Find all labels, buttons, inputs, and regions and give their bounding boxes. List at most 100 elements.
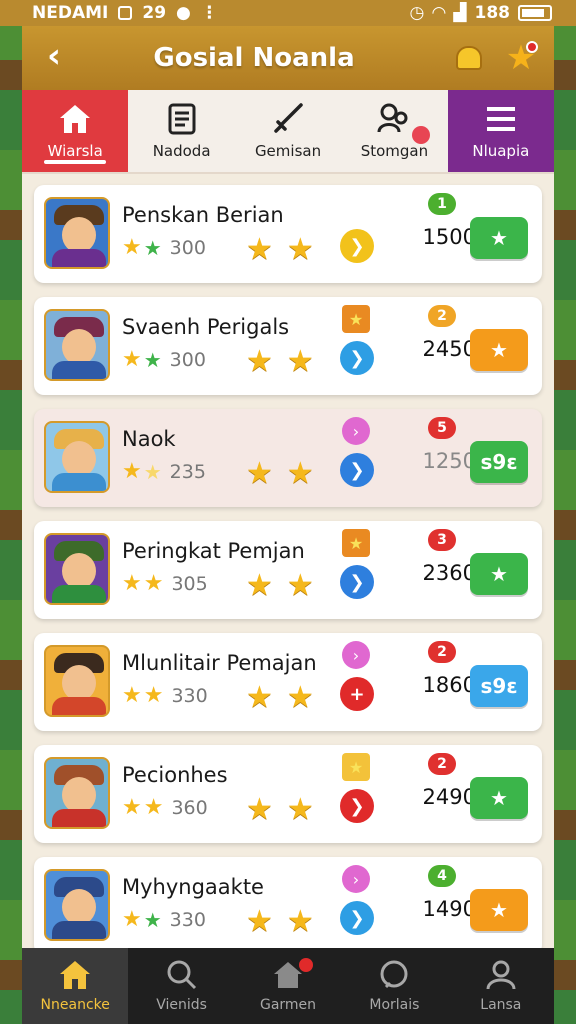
direction-icon[interactable]: ❯	[340, 565, 374, 599]
nav-messages[interactable]: Morlais	[341, 948, 447, 1024]
nav-search[interactable]: Vienids	[128, 948, 234, 1024]
rating-value: 330	[171, 685, 208, 707]
direction-icon[interactable]: ❯	[340, 789, 374, 823]
star-rating: ★ ★	[246, 571, 314, 601]
tab-documents[interactable]: Nadoda	[128, 90, 234, 172]
action-button[interactable]: ★	[470, 889, 528, 931]
bottom-nav: Nneancke Vienids Garmen Morlais Lansa	[22, 948, 554, 1024]
signal-icon: ▟	[453, 3, 467, 23]
star-icon: ★	[286, 904, 314, 939]
star-rating: ★ ★	[246, 907, 314, 937]
star-icon: ★	[122, 347, 142, 372]
add-icon[interactable]: +	[340, 677, 374, 711]
player-score: 2490	[422, 785, 476, 809]
player-score: 1860	[422, 673, 476, 697]
nav-label: Nneancke	[40, 997, 110, 1013]
nav-label: Lansa	[480, 997, 522, 1013]
avatar	[44, 757, 110, 829]
nav-label: Garmen	[259, 997, 317, 1013]
nav-games[interactable]: Garmen	[235, 948, 341, 1024]
rating-value: 305	[171, 573, 208, 595]
list-item[interactable]: Naok ★ ★ 235 ★ ★ › ❯ 5 1250 s9ɛ	[34, 409, 542, 507]
notification-icon: ●	[176, 3, 191, 23]
action-button[interactable]: ★	[470, 777, 528, 819]
star-icon: ★	[122, 683, 142, 708]
background-right	[552, 0, 576, 1024]
player-name: Pecionhes	[122, 763, 228, 787]
player-name: Peringkat Pemjan	[122, 539, 305, 563]
tab-bar: Wiarsla Nadoda Gemisan Stomgan Nluapia	[22, 90, 555, 174]
player-score: 1490	[422, 897, 476, 921]
action-button[interactable]: s9ɛ	[470, 441, 528, 483]
home-icon	[58, 102, 92, 136]
pink-badge-icon: ›	[342, 641, 370, 669]
star-badge-icon: ★	[342, 753, 370, 781]
star-rating: ★ ★	[246, 795, 314, 825]
tab-home[interactable]: Wiarsla	[22, 90, 129, 172]
tab-label: Stomgan	[360, 142, 429, 160]
player-rating: ★ ★ 300	[122, 347, 206, 372]
star-icon: ★	[122, 907, 142, 932]
avatar	[44, 309, 110, 381]
bell-button[interactable]	[450, 39, 488, 77]
list-item[interactable]: Myhyngaakte ★ ★ 330 ★ ★ › ❯ 4 1490 ★	[34, 857, 542, 955]
list-item[interactable]: Peringkat Pemjan ★ ★ 305 ★ ★ ★ ❯ 3 2360 ★	[34, 521, 542, 619]
rating-value: 300	[169, 349, 206, 371]
star-icon: ★	[143, 236, 162, 260]
star-icon: ★	[286, 456, 314, 491]
home-icon	[58, 959, 92, 991]
list-item[interactable]: Svaenh Perigals ★ ★ 300 ★ ★ ★ ❯ 2 2450 ★	[34, 297, 542, 395]
notification-dot	[526, 41, 538, 53]
document-icon	[165, 102, 199, 136]
action-button[interactable]: ★	[470, 329, 528, 371]
list-item[interactable]: Mlunlitair Pemajan ★ ★ 330 ★ ★ › + 2 1860 …	[34, 633, 542, 731]
rank-badge: 2	[428, 305, 456, 327]
direction-icon[interactable]: ❯	[340, 453, 374, 487]
profile-icon	[484, 959, 518, 991]
player-name: Naok	[122, 427, 176, 451]
bell-icon	[456, 46, 482, 70]
tab-menu[interactable]: Nluapia	[447, 90, 555, 172]
player-rating: ★ ★ 330	[122, 907, 206, 932]
app-header: ‹ Gosial Noanla ★	[22, 26, 554, 90]
rank-badge: 2	[428, 641, 456, 663]
action-button[interactable]: s9ɛ	[470, 665, 528, 707]
star-badge-icon: ★	[342, 529, 370, 557]
player-score: 1250	[422, 449, 476, 473]
action-button[interactable]: ★	[470, 217, 528, 259]
tab-friends[interactable]: Stomgan	[341, 90, 447, 172]
star-rating: ★ ★	[246, 347, 314, 377]
tab-label: Wiarsla	[47, 142, 103, 160]
player-score: 2360	[422, 561, 476, 585]
rank-badge: 3	[428, 529, 456, 551]
star-icon: ★	[286, 232, 314, 267]
star-icon: ★	[246, 344, 273, 379]
list-item[interactable]: Pecionhes ★ ★ 360 ★ ★ ★ ❯ 2 2490 ★	[34, 745, 542, 843]
favorites-button[interactable]: ★	[502, 39, 540, 77]
player-rating: ★ ★ 360	[122, 795, 208, 820]
star-icon: ★	[246, 568, 273, 603]
direction-icon[interactable]: ❯	[340, 341, 374, 375]
nav-home[interactable]: Nneancke	[22, 948, 129, 1024]
rank-badge: 1	[428, 193, 456, 215]
player-rating: ★ ★ 330	[122, 683, 208, 708]
player-rating: ★ ★ 305	[122, 573, 208, 596]
player-name: Mlunlitair Pemajan	[122, 651, 317, 675]
action-button[interactable]: ★	[470, 553, 528, 595]
star-icon: ★	[246, 904, 273, 939]
rating-value: 360	[171, 797, 208, 819]
back-button[interactable]: ‹	[36, 39, 72, 76]
list-item[interactable]: Penskan Berian ★ ★ 300 ★ ★ ❯ 1 1500 ★	[34, 185, 542, 283]
star-icon: ★	[122, 459, 142, 484]
star-rating: ★ ★	[246, 459, 314, 489]
direction-icon[interactable]: ❯	[340, 229, 374, 263]
tab-label: Nadoda	[152, 142, 211, 160]
avatar	[44, 645, 110, 717]
nav-profile[interactable]: Lansa	[448, 948, 554, 1024]
star-icon: ★	[286, 680, 314, 715]
square-icon	[118, 6, 133, 20]
tab-battles[interactable]: Gemisan	[235, 90, 341, 172]
star-icon: ★	[122, 795, 142, 820]
direction-icon[interactable]: ❯	[340, 901, 374, 935]
sword-icon	[271, 102, 305, 136]
